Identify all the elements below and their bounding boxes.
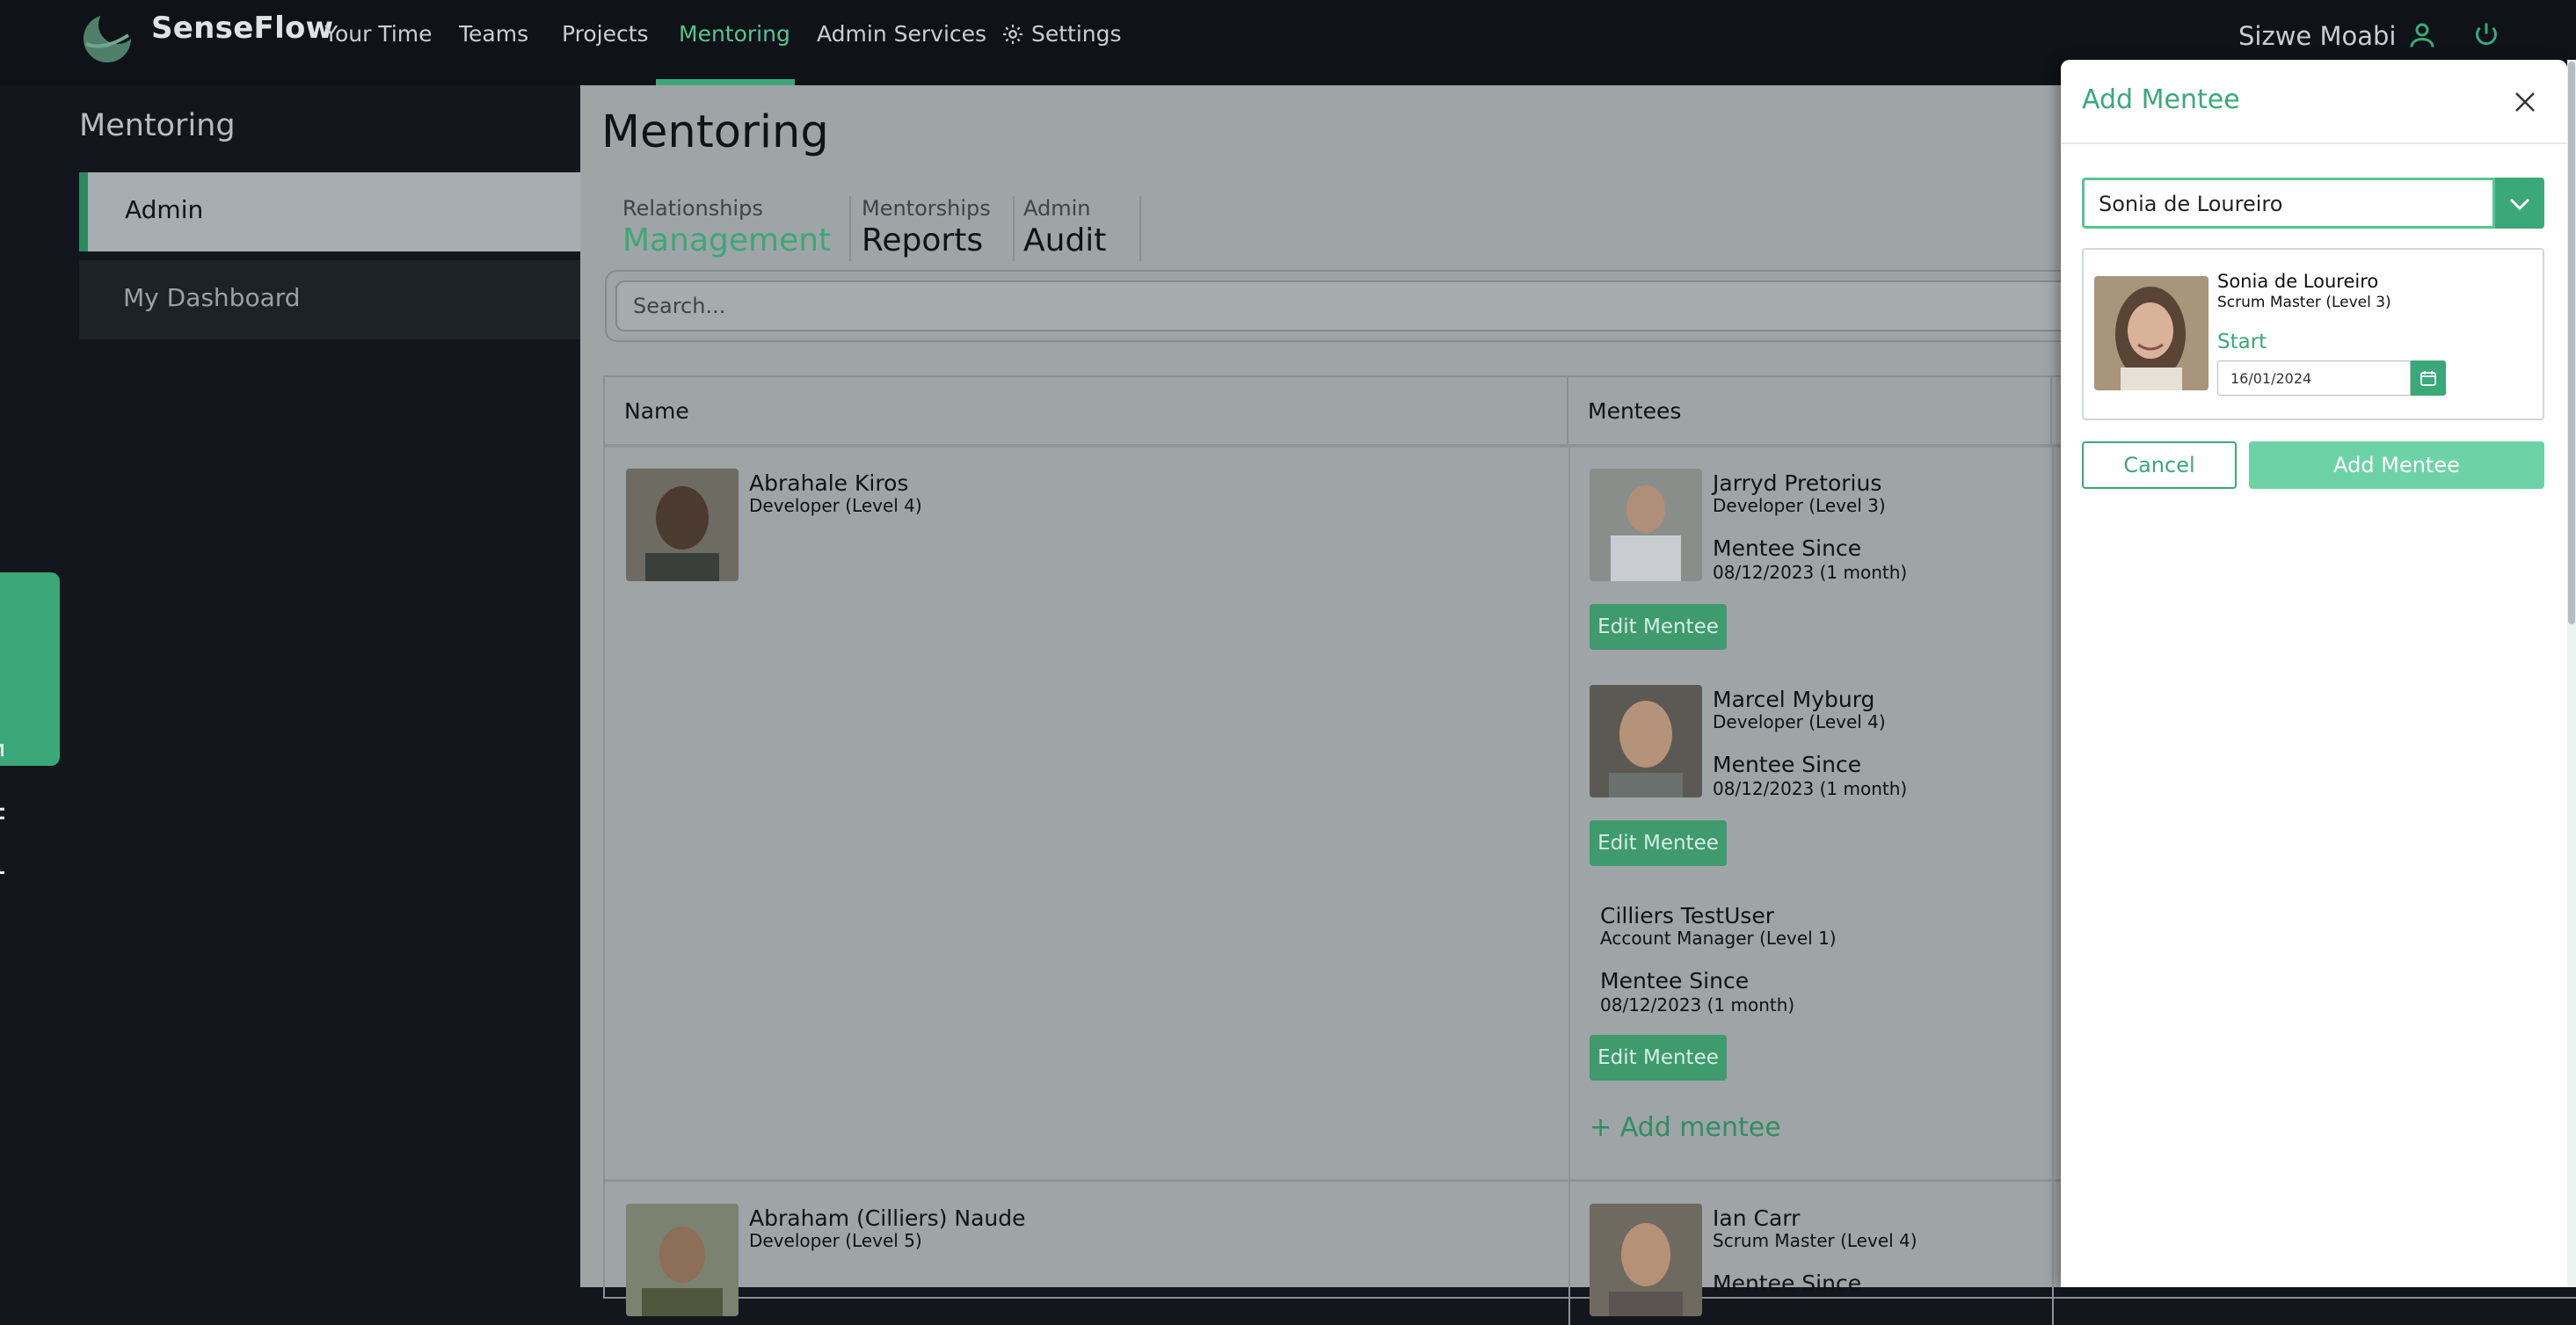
cancel-button[interactable]: Cancel	[2082, 441, 2237, 489]
nav-admin-services[interactable]: Admin Services	[817, 21, 986, 47]
mentee-role: Developer (Level 3)	[1713, 495, 1886, 516]
mentee-since-label: Mentee Since	[1713, 535, 1862, 561]
date-picker-button[interactable]	[2411, 360, 2446, 396]
column-divider	[2052, 446, 2054, 1325]
mentee-since-label: Mentee Since	[1713, 752, 1862, 777]
tab-reports[interactable]: Mentorships Reports	[862, 196, 991, 258]
column-header-mentees[interactable]: Mentees	[1568, 377, 2052, 446]
candidate-role: Scrum Master (Level 3)	[2217, 294, 2391, 311]
mentor-name[interactable]: Abrahale Kiros	[749, 470, 908, 496]
nav-your-time[interactable]: Your Time	[324, 21, 433, 47]
avatar	[626, 469, 739, 581]
avatar	[626, 1204, 739, 1316]
tab-label: Audit	[1023, 222, 1107, 258]
column-header-name[interactable]: Name	[605, 377, 1568, 446]
current-user-name[interactable]: Sizwe Moabi	[2238, 21, 2396, 51]
sidebar-item-label: My Dashboard	[123, 283, 301, 312]
mentee-card: Sonia de Loureiro Scrum Master (Level 3)…	[2082, 248, 2544, 420]
tab-subtitle: Mentorships	[862, 196, 991, 221]
column-header-label: Mentees	[1588, 398, 1682, 424]
avatar	[1590, 1204, 1702, 1316]
sidebar-item-admin[interactable]: Admin	[79, 172, 580, 251]
mentee-select[interactable]: Sonia de Loureiro	[2082, 178, 2495, 229]
start-date-value: 16/01/2024	[2230, 370, 2312, 387]
tab-divider	[1139, 196, 1141, 261]
tab-subtitle: Relationships	[622, 196, 763, 221]
avatar	[1590, 469, 1702, 581]
nav-mentoring[interactable]: Mentoring	[679, 21, 790, 47]
chevron-down-icon	[2509, 198, 2530, 211]
mentee-since-label: Mentee Since	[1600, 968, 1750, 994]
mentor-role: Developer (Level 4)	[749, 495, 922, 516]
page-title: Mentoring	[601, 106, 829, 158]
feedback-tab[interactable]: Feedback	[0, 572, 60, 886]
mentee-role: Account Manager (Level 1)	[1600, 928, 1837, 949]
close-icon[interactable]	[2511, 88, 2539, 116]
avatar	[2094, 276, 2209, 390]
start-date-label: Start	[2217, 331, 2267, 353]
edit-mentee-button[interactable]: Edit Mentee	[1590, 604, 1727, 650]
plus-icon: +	[1590, 1112, 1612, 1143]
add-mentee-link[interactable]: + Add mentee	[1590, 1112, 1781, 1143]
edit-mentee-button[interactable]: Edit Mentee	[1590, 1035, 1727, 1081]
sidebar-title: Mentoring	[79, 108, 236, 143]
scrollbar-thumb[interactable]	[2568, 62, 2575, 624]
nav-teams[interactable]: Teams	[459, 21, 528, 47]
user-profile-icon[interactable]	[2406, 19, 2438, 51]
mentor-name[interactable]: Abraham (Cilliers) Naude	[749, 1205, 1026, 1231]
power-logout-icon[interactable]	[2470, 19, 2502, 51]
mentee-name[interactable]: Jarryd Pretorius	[1713, 470, 1881, 496]
add-mentee-panel: Add Mentee Sonia de Loureiro Sonia de Lo…	[2061, 60, 2567, 1287]
tab-label: Reports	[862, 222, 984, 258]
tab-label: Management	[622, 222, 832, 258]
add-mentee-label: Add mentee	[1619, 1112, 1781, 1143]
candidate-name: Sonia de Loureiro	[2217, 271, 2379, 292]
avatar	[1590, 685, 1702, 797]
tab-subtitle: Admin	[1023, 196, 1091, 221]
tab-divider	[849, 196, 851, 261]
mentee-role: Scrum Master (Level 4)	[1713, 1230, 1917, 1251]
mentee-name[interactable]: Ian Carr	[1713, 1205, 1800, 1231]
senseflow-logo-icon[interactable]	[77, 9, 137, 63]
brand-name[interactable]: SenseFlow	[151, 11, 333, 46]
mentee-since-date: 08/12/2023 (1 month)	[1713, 778, 1908, 799]
column-header-label: Name	[624, 398, 689, 424]
tab-audit[interactable]: Admin Audit	[1023, 196, 1106, 258]
mentee-name[interactable]: Marcel Myburg	[1713, 687, 1874, 712]
tab-divider	[1013, 196, 1015, 261]
sidebar-item-my-dashboard[interactable]: My Dashboard	[79, 260, 580, 339]
mentee-role: Developer (Level 4)	[1713, 711, 1886, 732]
mentor-role: Developer (Level 5)	[749, 1230, 922, 1251]
tab-management[interactable]: Relationships Management	[622, 196, 831, 258]
mentee-since-date: 08/12/2023 (1 month)	[1600, 994, 1795, 1016]
calendar-icon	[2420, 371, 2436, 386]
mentee-since-label: Mentee Since	[1713, 1270, 1862, 1296]
feedback-label: Feedback	[0, 741, 10, 887]
dropdown-toggle-button[interactable]	[2495, 178, 2544, 229]
mentee-name[interactable]: Cilliers TestUser	[1600, 903, 1774, 928]
sidebar-item-label: Admin	[125, 195, 204, 224]
column-divider	[1568, 446, 1570, 1325]
panel-title: Add Mentee	[2082, 84, 2240, 115]
edit-mentee-button[interactable]: Edit Mentee	[1590, 820, 1727, 866]
add-mentee-button[interactable]: Add Mentee	[2249, 441, 2544, 489]
gear-icon[interactable]	[1001, 23, 1024, 46]
start-date-input[interactable]: 16/01/2024	[2217, 360, 2411, 396]
mentee-select-value: Sonia de Loureiro	[2099, 192, 2283, 216]
mentee-since-date: 08/12/2023 (1 month)	[1713, 562, 1908, 583]
nav-projects[interactable]: Projects	[562, 21, 649, 47]
nav-active-indicator	[656, 79, 795, 85]
nav-settings[interactable]: Settings	[1031, 21, 1122, 47]
panel-divider	[2061, 142, 2567, 144]
